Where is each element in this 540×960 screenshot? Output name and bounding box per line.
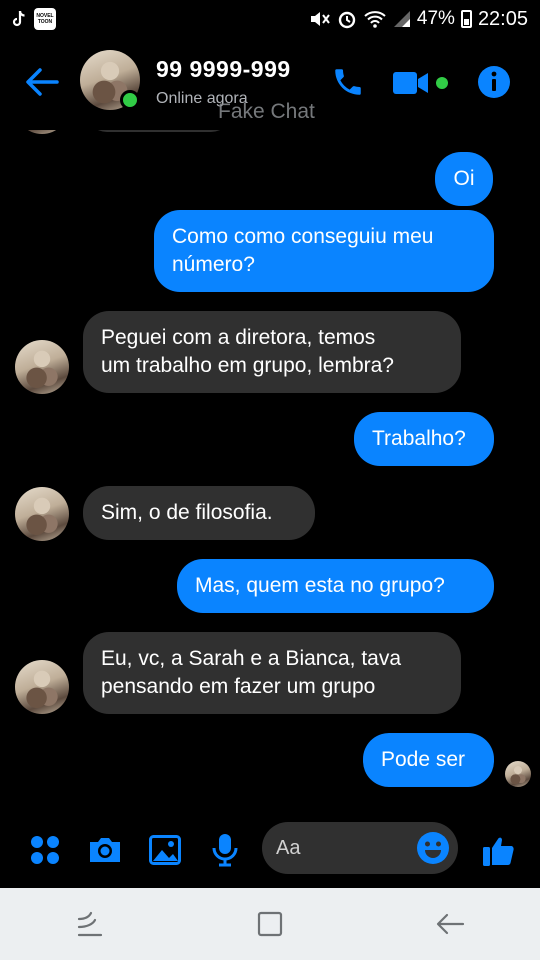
- camera-button[interactable]: [83, 828, 127, 872]
- wifi-icon: [363, 9, 387, 29]
- four-dots-icon: [31, 836, 59, 864]
- battery-percent: 47%: [416, 8, 455, 29]
- video-online-dot: [436, 77, 448, 89]
- contact-message-avatar: [15, 487, 69, 541]
- image-icon: [149, 835, 181, 865]
- system-navigation-bar: [0, 888, 540, 960]
- video-camera-icon: [393, 72, 428, 94]
- message-input[interactable]: Aa: [262, 822, 458, 874]
- more-actions-button[interactable]: [23, 828, 67, 872]
- contact-message-avatar: [15, 130, 69, 134]
- camera-icon: [90, 838, 120, 862]
- info-icon: [478, 66, 510, 98]
- home-square-icon: [257, 911, 283, 937]
- incoming-message-bubble[interactable]: [86, 130, 232, 132]
- video-call-button[interactable]: [392, 66, 452, 100]
- tiktok-icon: [12, 10, 26, 28]
- novel-toon-app-icon: NOVEL TOON: [34, 8, 56, 30]
- contact-name[interactable]: 99 9999-999: [156, 56, 291, 83]
- thumbs-up-icon: [483, 837, 514, 866]
- contact-message-avatar: [15, 660, 69, 714]
- battery-icon: [460, 10, 472, 28]
- message-list[interactable]: Oi Como como conseguiu meu número? Pegue…: [0, 130, 540, 810]
- incoming-message-bubble[interactable]: Sim, o de filosofia.: [83, 486, 315, 540]
- voice-call-button[interactable]: [328, 62, 368, 102]
- signal-icon: [393, 10, 411, 28]
- alarm-icon: [337, 9, 357, 29]
- incoming-message-bubble[interactable]: Peguei com a diretora, temos um trabalho…: [83, 311, 461, 393]
- home-button[interactable]: [240, 894, 300, 954]
- info-button[interactable]: [474, 62, 514, 102]
- composer-bar: Aa: [0, 810, 540, 888]
- back-arrow-icon: [436, 913, 465, 935]
- status-bar: NOVEL TOON 47% 22:05: [0, 0, 540, 38]
- message-input-placeholder: Aa: [276, 836, 301, 859]
- seen-receipt-avatar: [505, 761, 531, 787]
- arrow-left-icon: [26, 68, 59, 96]
- voice-message-button[interactable]: [203, 828, 247, 872]
- watermark-text: Fake Chat: [218, 100, 315, 123]
- clock: 22:05: [477, 7, 528, 30]
- recent-apps-button[interactable]: [60, 894, 120, 954]
- outgoing-message-bubble[interactable]: Mas, quem esta no grupo?: [177, 559, 494, 613]
- phone-icon: [335, 69, 361, 95]
- outgoing-message-bubble[interactable]: Trabalho?: [354, 412, 494, 466]
- emoji-icon[interactable]: [416, 831, 450, 865]
- outgoing-message-bubble[interactable]: Como como conseguiu meu número?: [154, 210, 494, 292]
- mute-icon: [309, 9, 331, 29]
- back-button[interactable]: [22, 62, 62, 102]
- outgoing-message-bubble[interactable]: Oi: [435, 152, 493, 206]
- back-system-button[interactable]: [420, 894, 480, 954]
- outgoing-message-bubble[interactable]: Pode ser: [363, 733, 494, 787]
- online-indicator: [120, 90, 140, 110]
- microphone-icon: [212, 834, 238, 867]
- incoming-message-bubble[interactable]: Eu, vc, a Sarah e a Bianca, tava pensand…: [83, 632, 461, 714]
- conversation-header: 99 9999-999 Online agora Fake Chat: [0, 38, 540, 130]
- like-button[interactable]: [477, 828, 521, 872]
- gallery-button[interactable]: [143, 828, 187, 872]
- contact-message-avatar: [15, 340, 69, 394]
- recent-apps-icon: [77, 911, 103, 937]
